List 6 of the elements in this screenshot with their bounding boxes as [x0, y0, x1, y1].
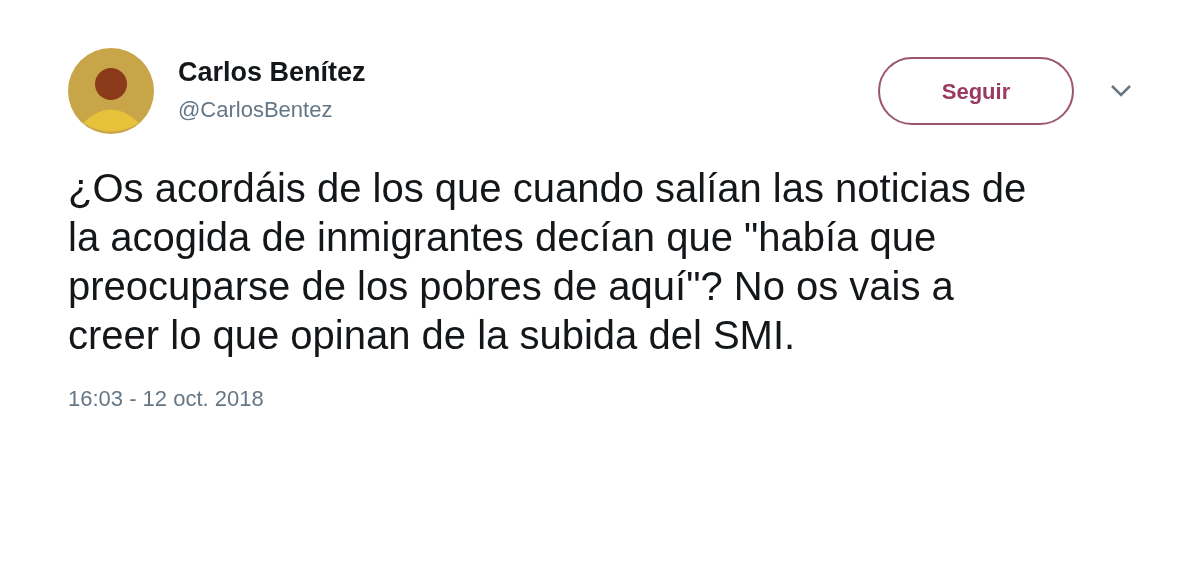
- tweet-text: ¿Os acordáis de los que cuando salían las noticias de la acogida de inmigrantes decían que "había que preocuparse de los pobres de aquí"? No os vais a creer lo que opinan de la subida del SMI.: [68, 165, 1028, 359]
- author-handle: @CarlosBentez: [178, 96, 334, 125]
- author-name: Carlos Benítez: [178, 55, 366, 89]
- follow-button[interactable]: Seguir: [878, 57, 1074, 125]
- chevron-down-icon[interactable]: [1110, 84, 1132, 98]
- tweet-timestamp: 16:03 - 12 oct. 2018: [68, 385, 265, 413]
